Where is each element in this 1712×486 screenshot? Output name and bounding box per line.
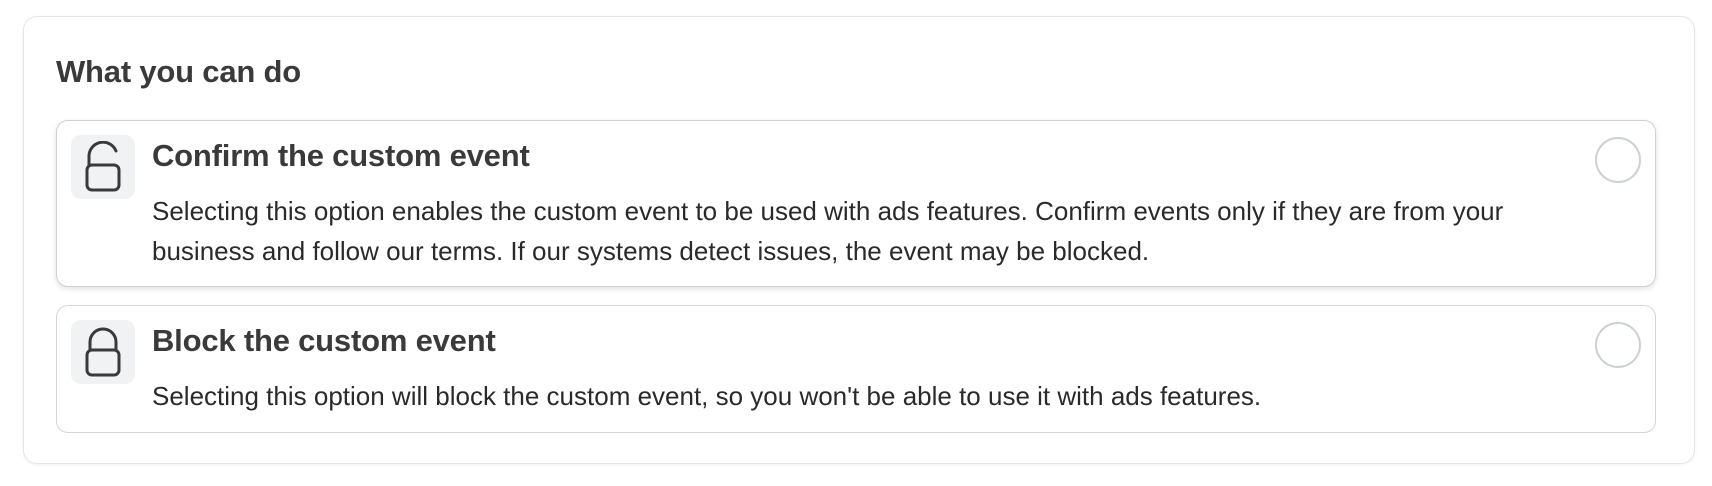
block-radio-button[interactable] [1595,322,1641,368]
confirm-event-option[interactable]: Confirm the custom event Selecting this … [56,120,1656,287]
unlocked-lock-icon [71,135,135,199]
block-option-title: Block the custom event [152,323,496,358]
section-title: What you can do [56,54,302,89]
block-option-description: Selecting this option will block the cus… [152,381,1262,411]
confirm-option-title: Confirm the custom event [152,138,530,173]
confirm-radio-button[interactable] [1595,137,1641,183]
locked-lock-icon [71,320,135,384]
what-you-can-do-panel: What you can do Confirm the custom event… [23,16,1695,464]
confirm-option-description: Selecting this option enables the custom… [152,196,1504,266]
block-event-option[interactable]: Block the custom event Selecting this op… [56,305,1656,433]
